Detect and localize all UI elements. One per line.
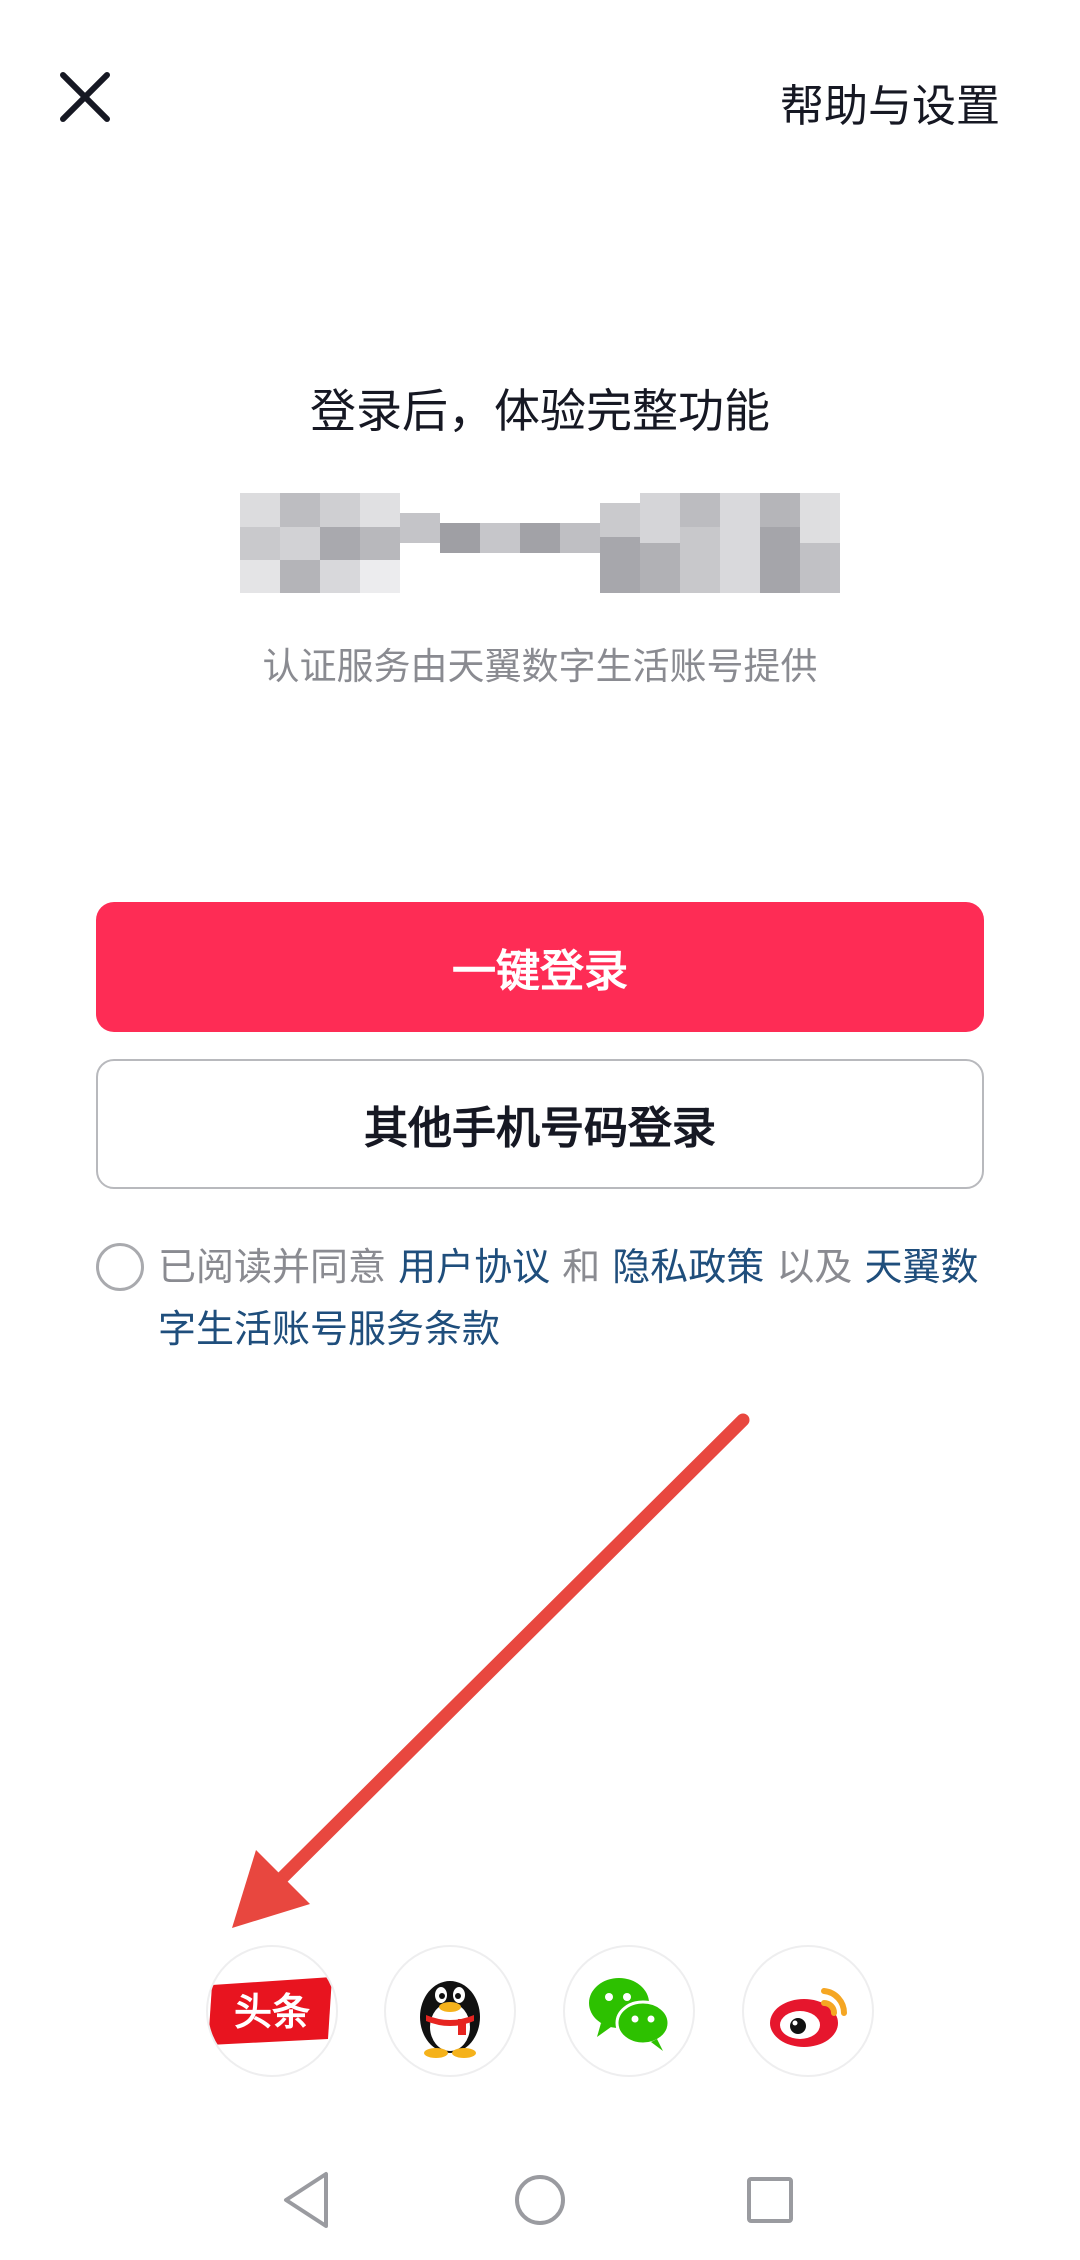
nav-recent-button[interactable]	[730, 2160, 810, 2240]
weibo-login-button[interactable]	[742, 1945, 874, 2077]
user-agreement-link[interactable]: 用户协议	[398, 1245, 550, 1289]
toutiao-label: 头条	[234, 1990, 310, 2034]
qq-login-button[interactable]	[384, 1945, 516, 2077]
nav-back-button[interactable]	[268, 2160, 348, 2240]
back-triangle-icon	[284, 2172, 328, 2228]
weibo-icon	[770, 1988, 848, 2047]
masked-phone-number	[240, 493, 850, 593]
home-circle-icon	[515, 2175, 565, 2225]
wechat-login-button[interactable]	[563, 1945, 695, 2077]
one-click-login-button[interactable]: 一键登录	[96, 902, 984, 1032]
agreement-and-also: 以及	[764, 1245, 865, 1289]
auth-provider-note: 认证服务由天翼数字生活账号提供	[262, 645, 818, 688]
system-nav-bar	[0, 2140, 1080, 2260]
close-icon	[60, 72, 110, 122]
privacy-policy-link[interactable]: 隐私政策	[612, 1245, 764, 1289]
qq-penguin-icon	[420, 1981, 480, 2058]
toutiao-login-button[interactable]: 头条	[206, 1945, 338, 2077]
agreement-checkbox[interactable]	[96, 1243, 144, 1291]
agreement-and: 和	[550, 1245, 613, 1289]
nav-home-button[interactable]	[500, 2160, 580, 2240]
wechat-icon	[589, 1978, 671, 2051]
close-button[interactable]	[50, 62, 120, 132]
other-phone-login-button[interactable]: 其他手机号码登录	[96, 1059, 984, 1189]
recent-square-icon	[747, 2177, 793, 2223]
help-settings-link[interactable]: 帮助与设置	[780, 70, 1000, 134]
page-title: 登录后，体验完整功能	[310, 384, 770, 438]
agreement-text: 已阅读并同意 用户协议 和 隐私政策 以及 天翼数字生活账号服务条款	[158, 1236, 988, 1360]
agreement-prefix: 已阅读并同意	[158, 1245, 399, 1289]
toutiao-icon: 头条	[208, 1977, 332, 2045]
